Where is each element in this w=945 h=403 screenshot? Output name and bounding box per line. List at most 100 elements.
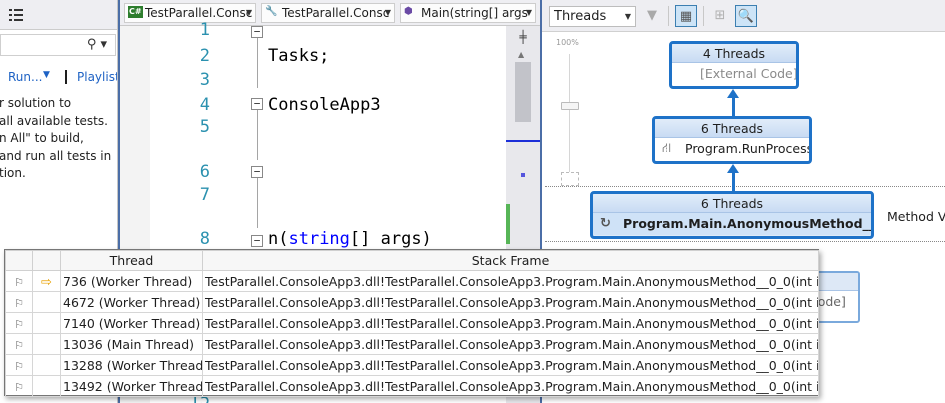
threads-icon: ⛙ — [662, 141, 672, 156]
hierarchy-icon[interactable] — [8, 7, 24, 23]
outline-guide — [257, 178, 258, 228]
chevron-down-icon[interactable]: ▼ — [526, 8, 532, 17]
search-icon[interactable]: ⚲ ▾ — [87, 37, 107, 52]
flag-icon[interactable]: ⚐ — [14, 276, 24, 289]
code-token: [] args) — [349, 229, 432, 249]
flag-cell[interactable]: ⚐ — [5, 312, 33, 334]
method-view-label: Method V — [887, 209, 945, 224]
line-number: 4 — [199, 95, 210, 115]
flag-cell[interactable]: ⚐ — [5, 291, 33, 313]
run-button[interactable]: Run... — [8, 70, 42, 84]
collapse-toggle[interactable]: − — [251, 235, 263, 247]
toolbar-separator — [668, 6, 669, 26]
toolbar-separator — [703, 6, 704, 26]
split-window-icon[interactable]: ╪ — [516, 30, 530, 44]
method-icon: ⬢ — [404, 6, 413, 17]
zoom-slider[interactable] — [561, 102, 579, 110]
class-combo-value: TestParallel.Consc — [282, 6, 390, 20]
scrollbar-thumb[interactable] — [515, 62, 531, 122]
flag-icon[interactable]: ⚐ — [14, 339, 24, 352]
stack-frame-row[interactable]: ↻ Program.Main.AnonymousMethod__0_0 — [593, 213, 871, 235]
thread-column-header[interactable]: Thread — [60, 250, 203, 271]
table-row[interactable]: ⚐ ⇨ 736 (Worker Thread) TestParallel.Con… — [5, 270, 819, 292]
caret-position-marker — [506, 140, 540, 142]
test-explorer-message: r solution to all available tests. n All… — [0, 95, 117, 183]
outline-guide — [257, 110, 258, 160]
zoom-track[interactable] — [569, 54, 570, 172]
stack-arrow — [727, 164, 739, 173]
table-row[interactable]: ⚐ 13036 (Main Thread) TestParallel.Conso… — [5, 333, 819, 355]
stack-frame-cell: TestParallel.ConsoleApp3.dll!TestParalle… — [202, 375, 819, 397]
playlist-button[interactable]: Playlist — [77, 70, 117, 84]
flag-icon[interactable]: ⚐ — [14, 360, 24, 373]
scroll-marker — [521, 173, 525, 177]
auto-scroll-icon[interactable]: 🔍 — [735, 5, 757, 27]
class-combo[interactable]: 🔧 TestParallel.Consc ▼ — [261, 3, 395, 23]
stack-frame-row[interactable]: ⛙ Program.RunProcess — [655, 138, 809, 160]
stack-frame-row[interactable]: [External Code] — [672, 63, 796, 85]
flag-icon[interactable]: ⚐ — [14, 381, 24, 394]
project-combo-value: TestParallel.Consc — [145, 6, 253, 20]
message-line: r solution to — [0, 96, 72, 110]
stack-frame-cell: TestParallel.ConsoleApp3.dll!TestParalle… — [202, 333, 819, 355]
flag-cell[interactable]: ⚐ — [5, 354, 33, 376]
code-line: ConsoleApp3 — [268, 95, 381, 115]
stack-connector — [732, 96, 735, 116]
node-header: 6 Threads — [593, 194, 871, 213]
show-external-code-icon[interactable]: ⊞ — [709, 5, 731, 27]
threads-table: Thread Stack Frame ⚐ ⇨ 736 (Worker Threa… — [5, 250, 819, 397]
table-row[interactable]: ⚐ 13492 (Worker Thread) TestParallel.Con… — [5, 375, 819, 397]
scroll-up-icon[interactable]: ▲ — [518, 50, 524, 59]
table-row[interactable]: ⚐ 7140 (Worker Thread) TestParallel.Cons… — [5, 312, 819, 334]
chevron-down-icon[interactable]: ▼ — [625, 12, 631, 21]
zoom-to-fit-icon[interactable] — [561, 172, 579, 186]
filter-icon[interactable]: ▼ — [641, 5, 663, 27]
class-icon: 🔧 — [265, 6, 278, 17]
test-search-input[interactable]: ⚲ ▾ — [0, 34, 116, 56]
change-marker — [506, 204, 510, 244]
stack-node-anonymous-method[interactable]: 6 Threads ↻ Program.Main.AnonymousMethod… — [590, 191, 874, 239]
current-column-header — [32, 250, 61, 271]
collapse-toggle[interactable]: − — [251, 26, 263, 38]
current-cell — [32, 312, 61, 334]
test-explorer-toolbar — [0, 0, 117, 30]
thread-cell: 736 (Worker Thread) — [60, 270, 203, 292]
zoom-control[interactable]: 100% — [556, 38, 586, 188]
stack-arrow — [727, 89, 739, 98]
table-row[interactable]: ⚐ 13288 (Worker Thread) TestParallel.Con… — [5, 354, 819, 376]
flag-icon[interactable]: ⚐ — [14, 318, 24, 331]
run-dropdown-icon[interactable]: ▼ — [43, 70, 50, 80]
method-view-divider — [545, 186, 945, 187]
flag-cell[interactable]: ⚐ — [5, 270, 33, 292]
chevron-down-icon[interactable]: ▼ — [385, 8, 391, 17]
message-line: all available tests. — [0, 113, 108, 128]
parallel-stacks-toolbar: Threads ▼ ▼ ▦ ⊞ 🔍 — [542, 0, 945, 32]
flag-icon[interactable]: ⚐ — [14, 297, 24, 310]
flag-column-header — [5, 250, 33, 271]
chevron-down-icon[interactable]: ▼ — [246, 8, 252, 17]
stack-frame-column-header[interactable]: Stack Frame — [202, 250, 819, 271]
node-header: 6 Threads — [655, 119, 809, 138]
view-mode-select[interactable]: Threads ▼ — [549, 6, 636, 27]
stack-frame-label: [External Code] — [700, 66, 798, 81]
collapse-toggle[interactable]: − — [251, 166, 263, 178]
stack-frame-cell: TestParallel.ConsoleApp3.dll!TestParalle… — [202, 270, 819, 292]
code-keyword: string — [288, 229, 350, 249]
flag-cell[interactable]: ⚐ — [5, 375, 33, 397]
current-cell — [32, 354, 61, 376]
threads-tooltip: Thread Stack Frame ⚐ ⇨ 736 (Worker Threa… — [4, 249, 819, 397]
thread-cell: 13492 (Worker Thread) — [60, 375, 203, 397]
outline-guide — [257, 38, 258, 88]
stack-node-external[interactable]: 4 Threads [External Code] — [669, 41, 799, 89]
toggle-method-view-icon[interactable]: ▦ — [675, 5, 697, 27]
line-number: 8 — [199, 229, 210, 249]
stack-frame-cell: TestParallel.ConsoleApp3.dll!TestParalle… — [202, 291, 819, 313]
collapse-toggle[interactable]: − — [251, 98, 263, 110]
stack-frame-label: Program.Main.AnonymousMethod__0_0 — [623, 216, 874, 231]
table-row[interactable]: ⚐ 4672 (Worker Thread) TestParallel.Cons… — [5, 291, 819, 313]
member-combo[interactable]: ⬢ Main(string[] args ▼ — [400, 3, 536, 23]
line-number: 2 — [199, 46, 210, 66]
method-view-divider — [545, 241, 945, 242]
flag-cell[interactable]: ⚐ — [5, 333, 33, 355]
stack-node-runprocess[interactable]: 6 Threads ⛙ Program.RunProcess — [652, 116, 812, 164]
